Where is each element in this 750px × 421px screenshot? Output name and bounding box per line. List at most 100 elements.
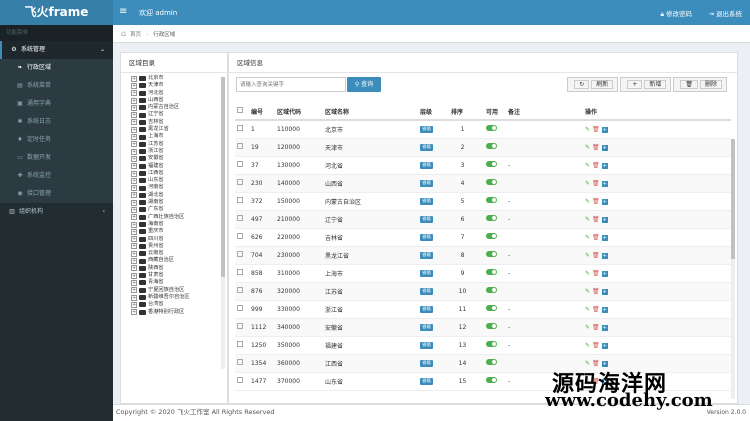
- row-checkbox[interactable]: [237, 179, 243, 185]
- table-row[interactable]: 19 120000 天津市 省级 2 ✎ 🗑︎ +: [235, 138, 731, 157]
- add-child-icon[interactable]: +: [601, 234, 608, 241]
- enabled-toggle[interactable]: [486, 179, 497, 185]
- tree-node[interactable]: + 青海省: [131, 279, 227, 286]
- expand-icon[interactable]: +: [131, 265, 137, 272]
- expand-icon[interactable]: +: [131, 155, 137, 162]
- delete-icon[interactable]: 🗑︎: [592, 234, 600, 241]
- expand-icon[interactable]: +: [131, 258, 137, 265]
- tree-node[interactable]: + 陕西省: [131, 265, 227, 272]
- expand-icon[interactable]: +: [131, 185, 137, 192]
- enabled-toggle[interactable]: [486, 287, 497, 293]
- table-row[interactable]: 876 320000 江苏省 省级 10 ✎ 🗑︎ +: [235, 282, 731, 301]
- tree-node[interactable]: + 贵州省: [131, 243, 227, 250]
- expand-icon[interactable]: +: [131, 236, 137, 243]
- tree-node[interactable]: + 山西省: [131, 97, 227, 104]
- expand-icon[interactable]: +: [131, 134, 137, 141]
- add-child-icon[interactable]: +: [601, 144, 608, 151]
- expand-icon[interactable]: +: [131, 177, 137, 184]
- tree-node[interactable]: + 安徽省: [131, 155, 227, 162]
- add-child-icon[interactable]: +: [601, 198, 608, 205]
- delete-icon[interactable]: 🗑︎: [592, 288, 600, 295]
- sidebar-item-system[interactable]: ⚙ 系统管理 ⌄: [0, 41, 113, 59]
- table-row[interactable]: 1250 350000 福建省 省级 13 - ✎ 🗑︎ +: [235, 336, 731, 355]
- delete-icon[interactable]: 🗑︎: [592, 216, 600, 223]
- tree-node[interactable]: + 海南省: [131, 221, 227, 228]
- tree-node[interactable]: + 内蒙古自治区: [131, 104, 227, 111]
- edit-icon[interactable]: ✎: [585, 126, 590, 133]
- add-child-icon[interactable]: +: [601, 252, 608, 259]
- edit-icon[interactable]: ✎: [585, 198, 590, 205]
- expand-icon[interactable]: +: [131, 243, 137, 250]
- add-child-icon[interactable]: +: [601, 342, 608, 349]
- scrollbar-thumb[interactable]: [221, 77, 225, 277]
- tree-node[interactable]: + 北京市: [131, 75, 227, 82]
- row-checkbox[interactable]: [237, 233, 243, 239]
- tree-scrollbar[interactable]: [221, 77, 225, 369]
- enabled-toggle[interactable]: [486, 233, 497, 239]
- row-checkbox[interactable]: [237, 269, 243, 275]
- table-row[interactable]: 230 140000 山西省 省级 4 ✎ 🗑︎ +: [235, 174, 731, 193]
- expand-icon[interactable]: +: [131, 148, 137, 155]
- enabled-toggle[interactable]: [486, 143, 497, 149]
- row-checkbox[interactable]: [237, 251, 243, 257]
- table-row[interactable]: 858 310000 上海市 省级 9 - ✎ 🗑︎ +: [235, 264, 731, 283]
- expand-icon[interactable]: +: [131, 75, 137, 82]
- add-child-icon[interactable]: +: [601, 288, 608, 295]
- delete-icon[interactable]: 🗑︎: [592, 324, 600, 331]
- tree-node[interactable]: + 广西壮族自治区: [131, 214, 227, 221]
- tree-node[interactable]: + 上海市: [131, 133, 227, 141]
- row-checkbox[interactable]: [237, 377, 243, 383]
- row-checkbox[interactable]: [237, 161, 243, 167]
- tree-node[interactable]: + 河南省: [131, 184, 227, 192]
- row-checkbox[interactable]: [237, 287, 243, 293]
- logout-link[interactable]: ⇥ 退出系统: [708, 8, 742, 18]
- tree-node[interactable]: + 香港特别行政区: [131, 309, 227, 316]
- enabled-toggle[interactable]: [486, 251, 497, 257]
- edit-icon[interactable]: ✎: [585, 252, 590, 259]
- expand-icon[interactable]: +: [131, 141, 137, 148]
- table-row[interactable]: 626 220000 吉林省 省级 7 ✎ 🗑︎ +: [235, 228, 731, 247]
- search-input[interactable]: [236, 77, 346, 92]
- tree-node[interactable]: + 江苏省: [131, 141, 227, 148]
- tree-node[interactable]: + 福建省: [131, 163, 227, 170]
- row-checkbox[interactable]: [237, 305, 243, 311]
- tree-node[interactable]: + 台湾省: [131, 301, 227, 308]
- expand-icon[interactable]: +: [131, 206, 137, 213]
- expand-icon[interactable]: +: [131, 228, 137, 235]
- delete-icon[interactable]: 🗑︎: [592, 306, 600, 313]
- expand-icon[interactable]: +: [131, 112, 137, 119]
- enabled-toggle[interactable]: [486, 215, 497, 221]
- sidebar-item-region[interactable]: ❧ 行政区域: [0, 59, 113, 77]
- add-button[interactable]: + 新增: [620, 77, 672, 92]
- tree-node[interactable]: + 湖南省: [131, 199, 227, 206]
- tree-node[interactable]: + 天津市: [131, 82, 227, 89]
- sidebar-item-org[interactable]: ▥ 组织机构 ‹: [0, 203, 113, 221]
- expand-icon[interactable]: +: [131, 309, 137, 316]
- expand-icon[interactable]: +: [131, 192, 137, 199]
- edit-icon[interactable]: ✎: [585, 234, 590, 241]
- change-password-link[interactable]: 🔒︎ 修改密码: [660, 8, 692, 19]
- refresh-button[interactable]: ↻ 刷新: [567, 77, 619, 92]
- home-icon[interactable]: ⌂: [121, 29, 126, 38]
- sidebar-item-menu[interactable]: ▤ 系统菜单: [0, 77, 113, 95]
- tree-node[interactable]: + 重庆市: [131, 228, 227, 235]
- delete-icon[interactable]: 🗑︎: [592, 198, 600, 205]
- expand-icon[interactable]: +: [131, 301, 137, 308]
- enabled-toggle[interactable]: [486, 341, 497, 347]
- tree-node[interactable]: + 西藏自治区: [131, 257, 227, 265]
- tree-node[interactable]: + 江西省: [131, 170, 227, 177]
- expand-icon[interactable]: +: [131, 126, 137, 133]
- delete-icon[interactable]: 🗑︎: [592, 342, 600, 349]
- expand-icon[interactable]: +: [131, 279, 137, 286]
- row-checkbox[interactable]: [237, 323, 243, 329]
- table-row[interactable]: 372 150000 内蒙古自治区 省级 5 - ✎ 🗑︎ +: [235, 192, 731, 211]
- expand-icon[interactable]: +: [131, 104, 137, 111]
- expand-icon[interactable]: +: [131, 170, 137, 177]
- table-row[interactable]: 999 330000 浙江省 省级 11 - ✎ 🗑︎ +: [235, 300, 731, 319]
- scrollbar-thumb[interactable]: [731, 139, 735, 259]
- add-child-icon[interactable]: +: [601, 216, 608, 223]
- edit-icon[interactable]: ✎: [585, 216, 590, 223]
- table-row[interactable]: 37 130000 河北省 省级 3 - ✎ 🗑︎ +: [235, 156, 731, 175]
- row-checkbox[interactable]: [237, 341, 243, 347]
- breadcrumb-home[interactable]: 首页: [130, 32, 141, 38]
